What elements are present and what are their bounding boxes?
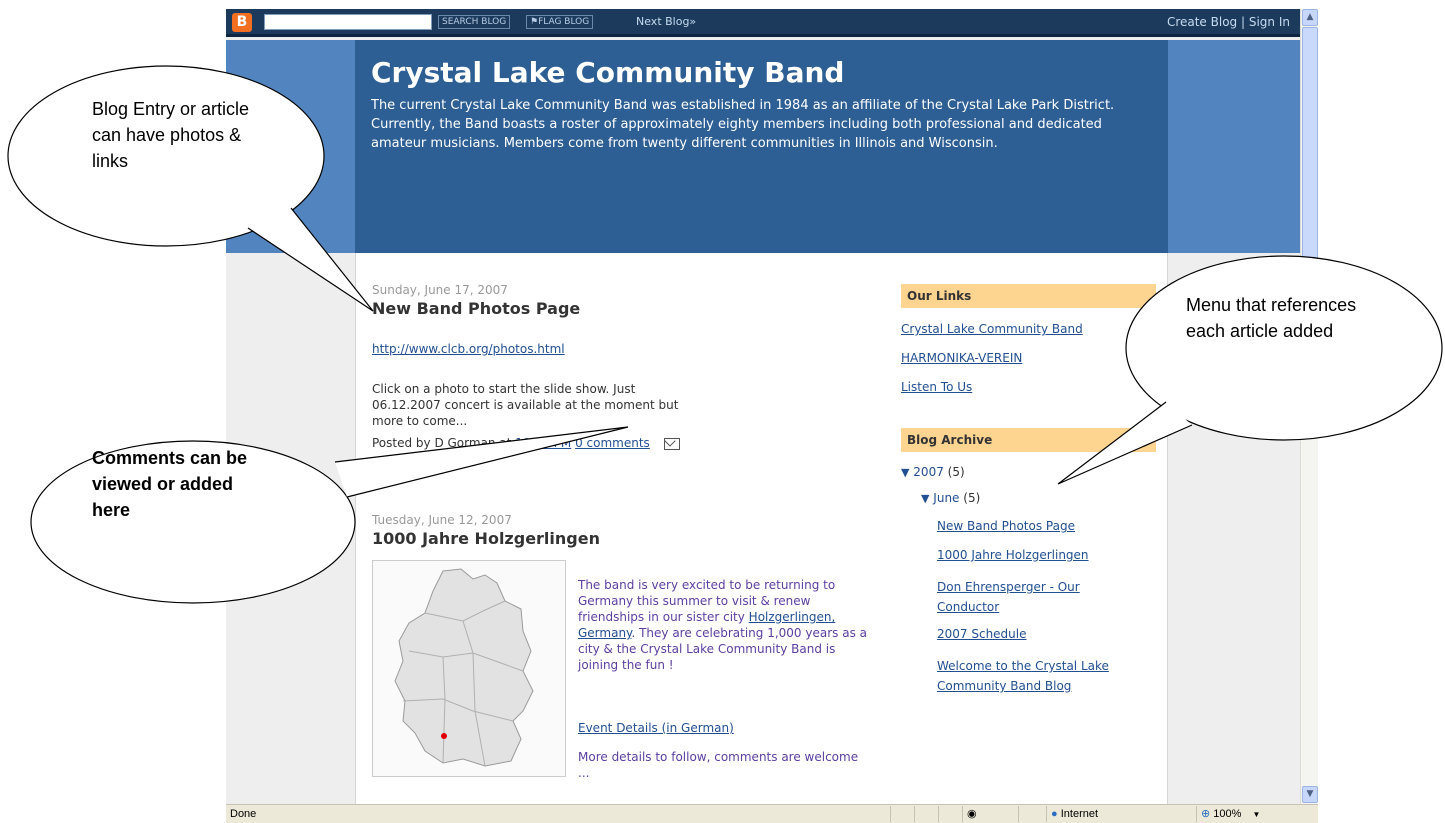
callout-pointer [334,426,629,498]
callout-comments-text: Comments can be viewed or added here [92,448,248,520]
callout-menu-text: Menu that references each article added [1186,295,1357,341]
callout-pointer [1057,401,1193,485]
callout-pointer [247,207,374,312]
callout-entry-text: Blog Entry or article can have photos & … [92,99,250,171]
